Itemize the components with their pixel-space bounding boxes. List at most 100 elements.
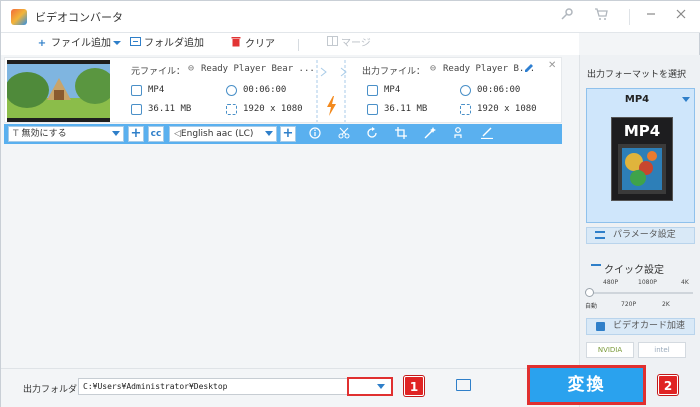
subtitle-edit-icon[interactable] [480, 127, 494, 141]
clear-button[interactable]: クリア [230, 36, 275, 52]
chevron-down-icon [377, 384, 385, 389]
output-file-label: 出力ファイル： [362, 67, 426, 77]
res-label-480p: 480P [603, 279, 619, 286]
watermark-icon[interactable] [451, 127, 465, 141]
info-icon[interactable] [308, 127, 322, 141]
film-icon: ⊖ [430, 63, 437, 74]
clear-label: クリア [245, 39, 275, 50]
add-folder-label: フォルダ追加 [144, 38, 204, 49]
output-file-name: Ready Player B... [443, 64, 536, 74]
convert-arrow-divider [315, 60, 347, 122]
folder-icon [131, 104, 142, 115]
add-file-label: ファイル追加 [51, 38, 111, 49]
audio-track-select[interactable]: ◁English aac (LC) [169, 126, 277, 142]
audio-track-value: English aac (LC) [180, 129, 254, 139]
toolbar: + ファイル追加 フォルダ追加 クリア マージ [1, 33, 579, 55]
chip-icon [596, 322, 605, 331]
source-file-label: 元ファイル： [131, 67, 186, 77]
merge-label: マージ [341, 38, 371, 49]
output-folder-label: 出力フォルダ： [23, 385, 87, 395]
res-label-auto: 自動 [585, 303, 598, 310]
clock-icon [226, 85, 237, 96]
source-duration: 00:06:00 [243, 85, 287, 95]
file-item[interactable]: 元ファイル： ⊖ Ready Player Bear ... MP4 00:06… [4, 57, 562, 123]
res-label-2k: 2K [662, 301, 670, 308]
crop-icon[interactable] [394, 127, 408, 141]
res-label-1080p: 1080P [638, 279, 657, 286]
edit-toolbar: T 無効にする + cc ◁English aac (LC) + [4, 124, 562, 144]
titlebar-divider [629, 9, 630, 25]
window-title: ビデオコンバータ [35, 11, 123, 24]
quick-settings-icon [591, 264, 601, 266]
merge-icon [326, 36, 338, 52]
intel-badge[interactable]: intel [638, 342, 686, 358]
nvidia-badge[interactable]: NVIDIA [586, 342, 634, 358]
parameter-settings-label: パラメータ設定 [613, 230, 676, 240]
open-folder-icon[interactable] [456, 379, 471, 391]
effect-icon[interactable] [423, 127, 437, 141]
text-icon: T [13, 129, 19, 139]
parameter-settings-button[interactable]: パラメータ設定 [586, 227, 695, 244]
source-format: MP4 [148, 85, 165, 95]
rotate-icon[interactable] [365, 127, 379, 141]
format-icon [131, 85, 142, 96]
remove-file-icon[interactable]: ✕ [548, 60, 556, 71]
video-thumbnail[interactable] [7, 60, 110, 122]
source-resolution: 1920 x 1080 [243, 104, 303, 114]
speaker-icon: ◁ [174, 129, 181, 139]
gpu-acceleration-button[interactable]: ビデオカード加速 [586, 318, 695, 335]
quality-slider-track[interactable] [589, 292, 693, 294]
resolution-icon [460, 104, 471, 115]
output-size: 36.11 MB [384, 104, 428, 114]
res-label-4k: 4K [681, 279, 689, 286]
trash-icon [230, 36, 242, 53]
edit-name-icon[interactable] [524, 63, 534, 73]
title-bar: ビデオコンバータ [1, 1, 700, 33]
step-badge-2: 2 [658, 375, 678, 395]
format-icon [367, 85, 378, 96]
output-duration: 00:06:00 [477, 85, 521, 95]
add-folder-button[interactable]: フォルダ追加 [129, 36, 204, 52]
chevron-down-icon [113, 41, 121, 45]
clock-icon [460, 85, 471, 96]
plus-icon: + [37, 38, 47, 49]
add-file-dropdown[interactable] [112, 36, 122, 52]
source-file-name: Ready Player Bear ... [201, 64, 315, 74]
source-size: 36.11 MB [148, 104, 192, 114]
resolution-icon [226, 104, 237, 115]
subtitle-select-value: 無効にする [21, 129, 67, 139]
cc-icon[interactable]: cc [148, 126, 164, 142]
cart-icon[interactable] [591, 7, 611, 27]
add-file-button[interactable]: + ファイル追加 [36, 36, 111, 52]
merge-button[interactable]: マージ [326, 36, 371, 52]
folder-icon [367, 104, 378, 115]
app-logo-icon [11, 9, 27, 25]
mp4-format-icon-text: MP4 [623, 122, 661, 140]
convert-button[interactable]: 変換 [527, 365, 646, 405]
minimize-icon[interactable] [641, 7, 661, 27]
settings-sliders-icon [595, 231, 605, 239]
format-panel-title: 出力フォーマットを選択 [587, 70, 687, 80]
output-resolution: 1920 x 1080 [477, 104, 537, 114]
add-audio-button[interactable]: + [280, 126, 296, 142]
step-badge-1: 1 [404, 376, 424, 396]
add-subtitle-button[interactable]: + [128, 126, 144, 142]
cut-icon[interactable] [337, 127, 351, 141]
key-icon[interactable] [557, 7, 577, 27]
subtitle-select[interactable]: T 無効にする [8, 126, 124, 142]
selected-format-name: MP4 [624, 94, 650, 105]
output-format-selector[interactable]: MP4 MP4 [586, 88, 695, 223]
close-icon[interactable] [671, 7, 691, 27]
output-folder-dropdown[interactable] [347, 377, 393, 396]
output-folder-input[interactable]: C:¥Users¥Administrator¥Desktop [78, 378, 392, 395]
chevron-down-icon [682, 97, 690, 102]
res-label-720p: 720P [621, 301, 637, 308]
toolbar-divider [298, 39, 299, 51]
gpu-acceleration-label: ビデオカード加速 [613, 321, 686, 331]
bottom-bar: 出力フォルダ： C:¥Users¥Administrator¥Desktop 1 [1, 368, 579, 407]
quality-slider-handle[interactable] [585, 288, 594, 297]
quick-settings-label: クイック設定 [604, 265, 664, 276]
chevron-down-icon [112, 131, 120, 136]
file-list-area: 元ファイル： ⊖ Ready Player Bear ... MP4 00:06… [1, 55, 579, 368]
output-format: MP4 [384, 85, 401, 95]
